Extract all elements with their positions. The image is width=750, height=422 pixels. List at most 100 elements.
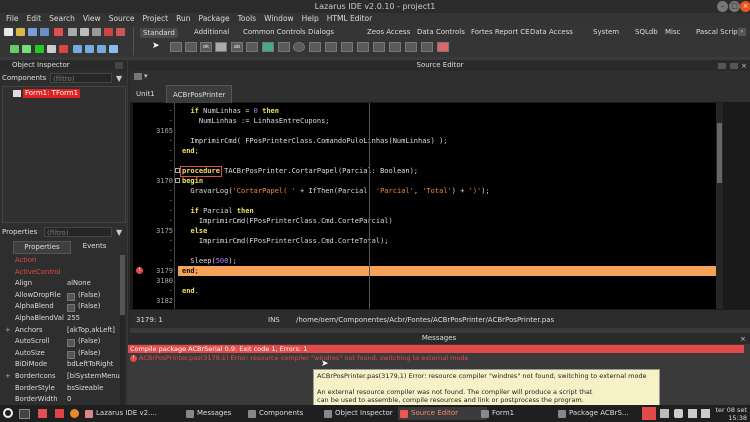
view-forms-icon[interactable]: [116, 28, 125, 36]
source-editor-close-icon[interactable]: ×: [741, 62, 747, 70]
menu-window[interactable]: Window: [260, 13, 298, 25]
tgroupbox-icon[interactable]: [357, 42, 369, 52]
run-icon[interactable]: [35, 45, 44, 53]
properties-filter-input[interactable]: (filtro): [44, 227, 112, 237]
new-file-icon[interactable]: [4, 28, 13, 36]
tcombobox-icon[interactable]: [325, 42, 337, 52]
begin-fold-icon[interactable]: [175, 178, 180, 183]
menu-source[interactable]: Source: [105, 13, 139, 25]
palette-tab-data-controls[interactable]: Data Controls: [417, 28, 465, 36]
menu-run[interactable]: Run: [172, 13, 194, 25]
view-units-icon[interactable]: [104, 28, 113, 36]
shield-icon[interactable]: [674, 409, 683, 418]
code-line[interactable]: end.: [182, 286, 199, 296]
property-row[interactable]: BorderStyle bsSizeable: [0, 383, 120, 395]
minimize-button[interactable]: –: [717, 1, 728, 12]
menu-tools[interactable]: Tools: [234, 13, 260, 25]
tframe-icon[interactable]: [421, 42, 433, 52]
property-grid-scrollbar[interactable]: [120, 255, 125, 405]
tbutton-icon[interactable]: ok: [200, 42, 212, 52]
property-value[interactable]: (False): [78, 336, 120, 348]
tab-events[interactable]: Events: [70, 241, 119, 252]
palette-tab-standard[interactable]: Standard: [140, 28, 178, 38]
tab-properties[interactable]: Properties: [13, 241, 71, 254]
taskbar-item[interactable]: Messages: [184, 407, 255, 420]
maximize-button[interactable]: □: [729, 1, 740, 12]
palette-tab-additional[interactable]: Additional: [194, 28, 229, 36]
property-value[interactable]: (False): [78, 348, 120, 360]
palette-tab-system[interactable]: System: [593, 28, 619, 36]
dropdown-arrow-icon[interactable]: ▾: [144, 72, 148, 80]
tpanel-icon[interactable]: [405, 42, 417, 52]
save-icon[interactable]: [28, 28, 37, 36]
checkbox-icon[interactable]: [67, 304, 75, 313]
code-line[interactable]: ImprimirCmd( FPosPrinterClass.ComandoPul…: [182, 136, 447, 146]
menu-edit[interactable]: Edit: [23, 13, 46, 25]
step-over-icon[interactable]: [85, 45, 94, 53]
property-row[interactable]: + Anchors [akTop,akLeft]: [0, 325, 120, 337]
palette-tab-pascal-script[interactable]: Pascal Script: [696, 28, 740, 36]
code-line[interactable]: end;: [182, 266, 199, 276]
expand-icon[interactable]: +: [5, 325, 11, 337]
code-line[interactable]: GravarLog('CortarPapel( ' + IfThen(Parci…: [182, 186, 489, 196]
taskbar-item[interactable]: Object Inspector: [322, 407, 407, 420]
save-all-icon[interactable]: [40, 28, 49, 36]
property-row[interactable]: AlphaBlendVal 255: [0, 313, 120, 325]
property-value[interactable]: [akTop,akLeft]: [67, 325, 120, 337]
step-into-icon[interactable]: [73, 45, 82, 53]
palette-tab-misc[interactable]: Misc: [665, 28, 680, 36]
property-value[interactable]: 0: [67, 394, 120, 406]
property-row[interactable]: BorderWidth 0: [0, 394, 120, 406]
tactionlist-icon[interactable]: [437, 42, 449, 52]
tmainmenu-icon[interactable]: [170, 42, 182, 52]
palette-tab-fortes-report-ce[interactable]: Fortes Report CE: [471, 28, 530, 36]
pointer-arrow-icon[interactable]: ➤: [152, 41, 160, 51]
menu-package[interactable]: Package: [195, 13, 234, 25]
code-line[interactable]: end;: [182, 146, 199, 156]
clock-date[interactable]: ter 08 set: [715, 406, 747, 414]
menu-html-editor[interactable]: HTML Editor: [323, 13, 376, 25]
checkbox-icon[interactable]: [67, 339, 75, 348]
code-line[interactable]: Sleep(500);: [182, 256, 236, 266]
taskbar-item[interactable]: Components: [246, 407, 329, 420]
property-row[interactable]: AlphaBlend (False): [0, 301, 120, 313]
tpopupmenu-icon[interactable]: [185, 42, 197, 52]
filter-icon[interactable]: ▼: [116, 74, 122, 83]
build-mode-icon[interactable]: [10, 45, 19, 53]
property-row[interactable]: AutoScroll (False): [0, 336, 120, 348]
clock-time[interactable]: 15:38: [715, 414, 747, 422]
tree-item-form1[interactable]: Form1: TForm1: [23, 89, 81, 98]
compile-icon[interactable]: [22, 45, 31, 53]
close-file-icon[interactable]: [54, 28, 63, 36]
update-notifier-icon[interactable]: [642, 407, 656, 420]
menu-view[interactable]: View: [79, 13, 105, 25]
menu-file[interactable]: File: [2, 13, 23, 25]
code-line[interactable]: begin: [182, 176, 203, 186]
step-out-icon[interactable]: [97, 45, 106, 53]
volume-icon[interactable]: [701, 409, 710, 418]
checkbox-icon[interactable]: [67, 292, 75, 301]
code-line[interactable]: ImprimirCmd(FPosPrinterClass.Cmd.CorteTo…: [182, 236, 389, 246]
messages-close-icon[interactable]: ×: [740, 335, 746, 343]
menu-help[interactable]: Help: [298, 13, 323, 25]
expand-icon[interactable]: +: [5, 371, 11, 383]
tradiobutton-icon[interactable]: [293, 42, 305, 52]
maximize-icon[interactable]: [730, 63, 738, 69]
message-line-compile[interactable]: Compile package ACBrSerial 0.9: Exit cod…: [128, 345, 744, 353]
property-row[interactable]: + BorderIcons [biSystemMenu: [0, 371, 120, 383]
tradiogroup-icon[interactable]: [373, 42, 385, 52]
menu-search[interactable]: Search: [45, 13, 79, 25]
new-unit-icon[interactable]: [68, 28, 77, 36]
property-value[interactable]: (False): [78, 290, 120, 302]
checkbox-icon[interactable]: [67, 350, 75, 359]
code-line[interactable]: else: [182, 226, 207, 236]
terminal-icon[interactable]: [19, 409, 30, 419]
property-row[interactable]: Align alNone: [0, 278, 120, 290]
palette-tab-sqldb[interactable]: SQLdb: [635, 28, 658, 36]
code-line[interactable]: if NumLinhas = 0 then: [182, 106, 279, 116]
components-filter-input[interactable]: (filtro): [50, 73, 112, 83]
firefox-icon[interactable]: [70, 409, 79, 418]
code-line[interactable]: ImprimirCmd(FPosPrinterClass.Cmd.CortePa…: [182, 216, 393, 226]
jump-back-icon[interactable]: [134, 73, 142, 80]
property-row[interactable]: ActiveControl: [0, 267, 120, 279]
